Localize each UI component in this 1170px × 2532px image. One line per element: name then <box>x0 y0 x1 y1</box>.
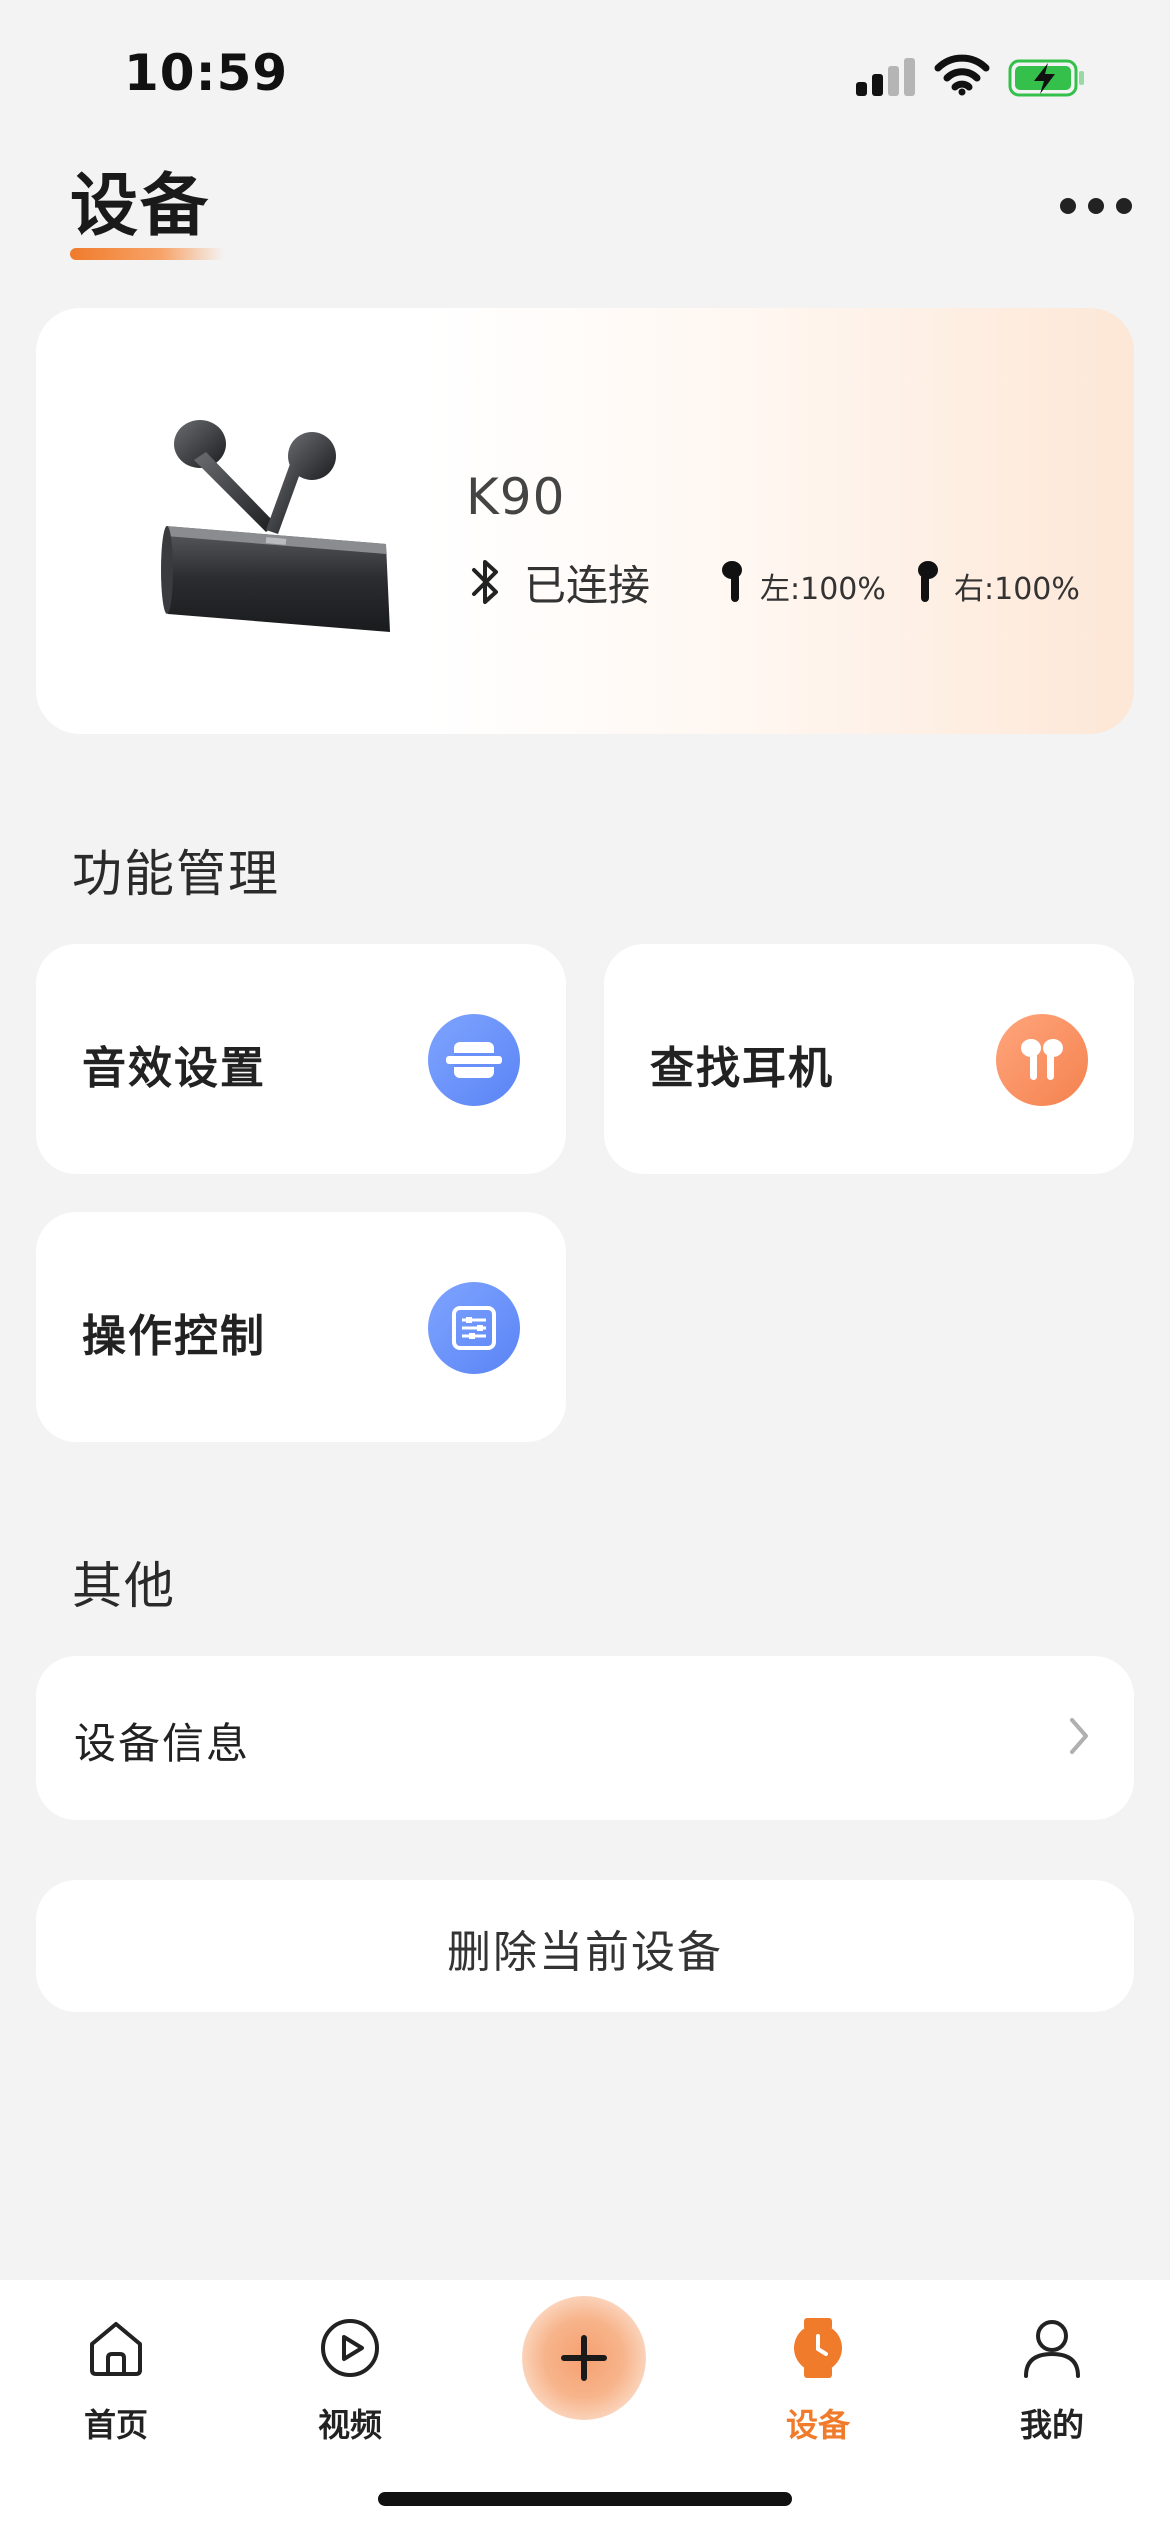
device-card[interactable]: K90 已连接 左:100% 右:100% <box>36 308 1134 734</box>
home-icon <box>90 2322 142 2376</box>
tile-label: 查找耳机 <box>650 1043 834 1094</box>
tab-me[interactable]: 我的 <box>952 2300 1152 2444</box>
play-icon <box>321 2319 379 2377</box>
tab-device[interactable]: 设备 <box>718 2300 918 2444</box>
device-name: K90 <box>466 468 566 526</box>
tab-label: 首页 <box>83 2406 148 2444</box>
page-title: 设备 <box>70 167 211 246</box>
home-indicator <box>378 2492 792 2506</box>
device-info-label: 设备信息 <box>74 1719 251 1768</box>
sound-effect-tile[interactable]: 音效设置 <box>36 944 566 1174</box>
status-time: 10:59 <box>124 44 289 102</box>
device-info-row[interactable]: 设备信息 <box>36 1656 1134 1820</box>
plus-icon <box>561 2335 607 2381</box>
chevron-right-icon <box>1070 1718 1088 1754</box>
battery-charging-icon <box>1008 59 1084 97</box>
right-earbud-icon <box>918 561 938 602</box>
earbuds-device-image <box>161 420 390 632</box>
tab-video[interactable]: 视频 <box>250 2300 450 2444</box>
earbuds-icon <box>996 1014 1088 1106</box>
bluetooth-icon <box>472 560 498 604</box>
more-dot-icon <box>1060 198 1076 214</box>
control-sliders-icon <box>428 1282 520 1374</box>
find-earbuds-tile[interactable]: 查找耳机 <box>604 944 1134 1174</box>
left-earbud-icon <box>722 561 742 602</box>
more-options-button[interactable] <box>1060 190 1132 222</box>
add-device-button[interactable] <box>522 2296 646 2420</box>
cellular-signal-icon <box>856 58 916 96</box>
title-underline <box>70 248 224 260</box>
tab-label: 我的 <box>1019 2406 1084 2444</box>
tab-label: 设备 <box>785 2406 850 2444</box>
tile-label: 音效设置 <box>82 1043 266 1094</box>
delete-device-button[interactable]: 删除当前设备 <box>36 1880 1134 2012</box>
others-section-title: 其他 <box>72 1557 176 1615</box>
more-dot-icon <box>1116 198 1132 214</box>
watch-icon <box>794 2318 842 2378</box>
tab-label: 视频 <box>317 2406 382 2444</box>
tab-home[interactable]: 首页 <box>16 2300 216 2444</box>
left-battery-level: 左:100% <box>760 572 886 607</box>
connection-status: 已连接 <box>524 561 651 610</box>
more-dot-icon <box>1088 198 1104 214</box>
wifi-icon <box>934 54 990 96</box>
delete-device-label: 删除当前设备 <box>447 1927 723 1978</box>
operation-control-tile[interactable]: 操作控制 <box>36 1212 566 1442</box>
sound-effect-icon <box>428 1014 520 1106</box>
tile-label: 操作控制 <box>82 1311 266 1362</box>
function-section-title: 功能管理 <box>72 845 280 903</box>
right-battery-level: 右:100% <box>954 572 1080 607</box>
person-icon <box>1024 2320 1080 2378</box>
